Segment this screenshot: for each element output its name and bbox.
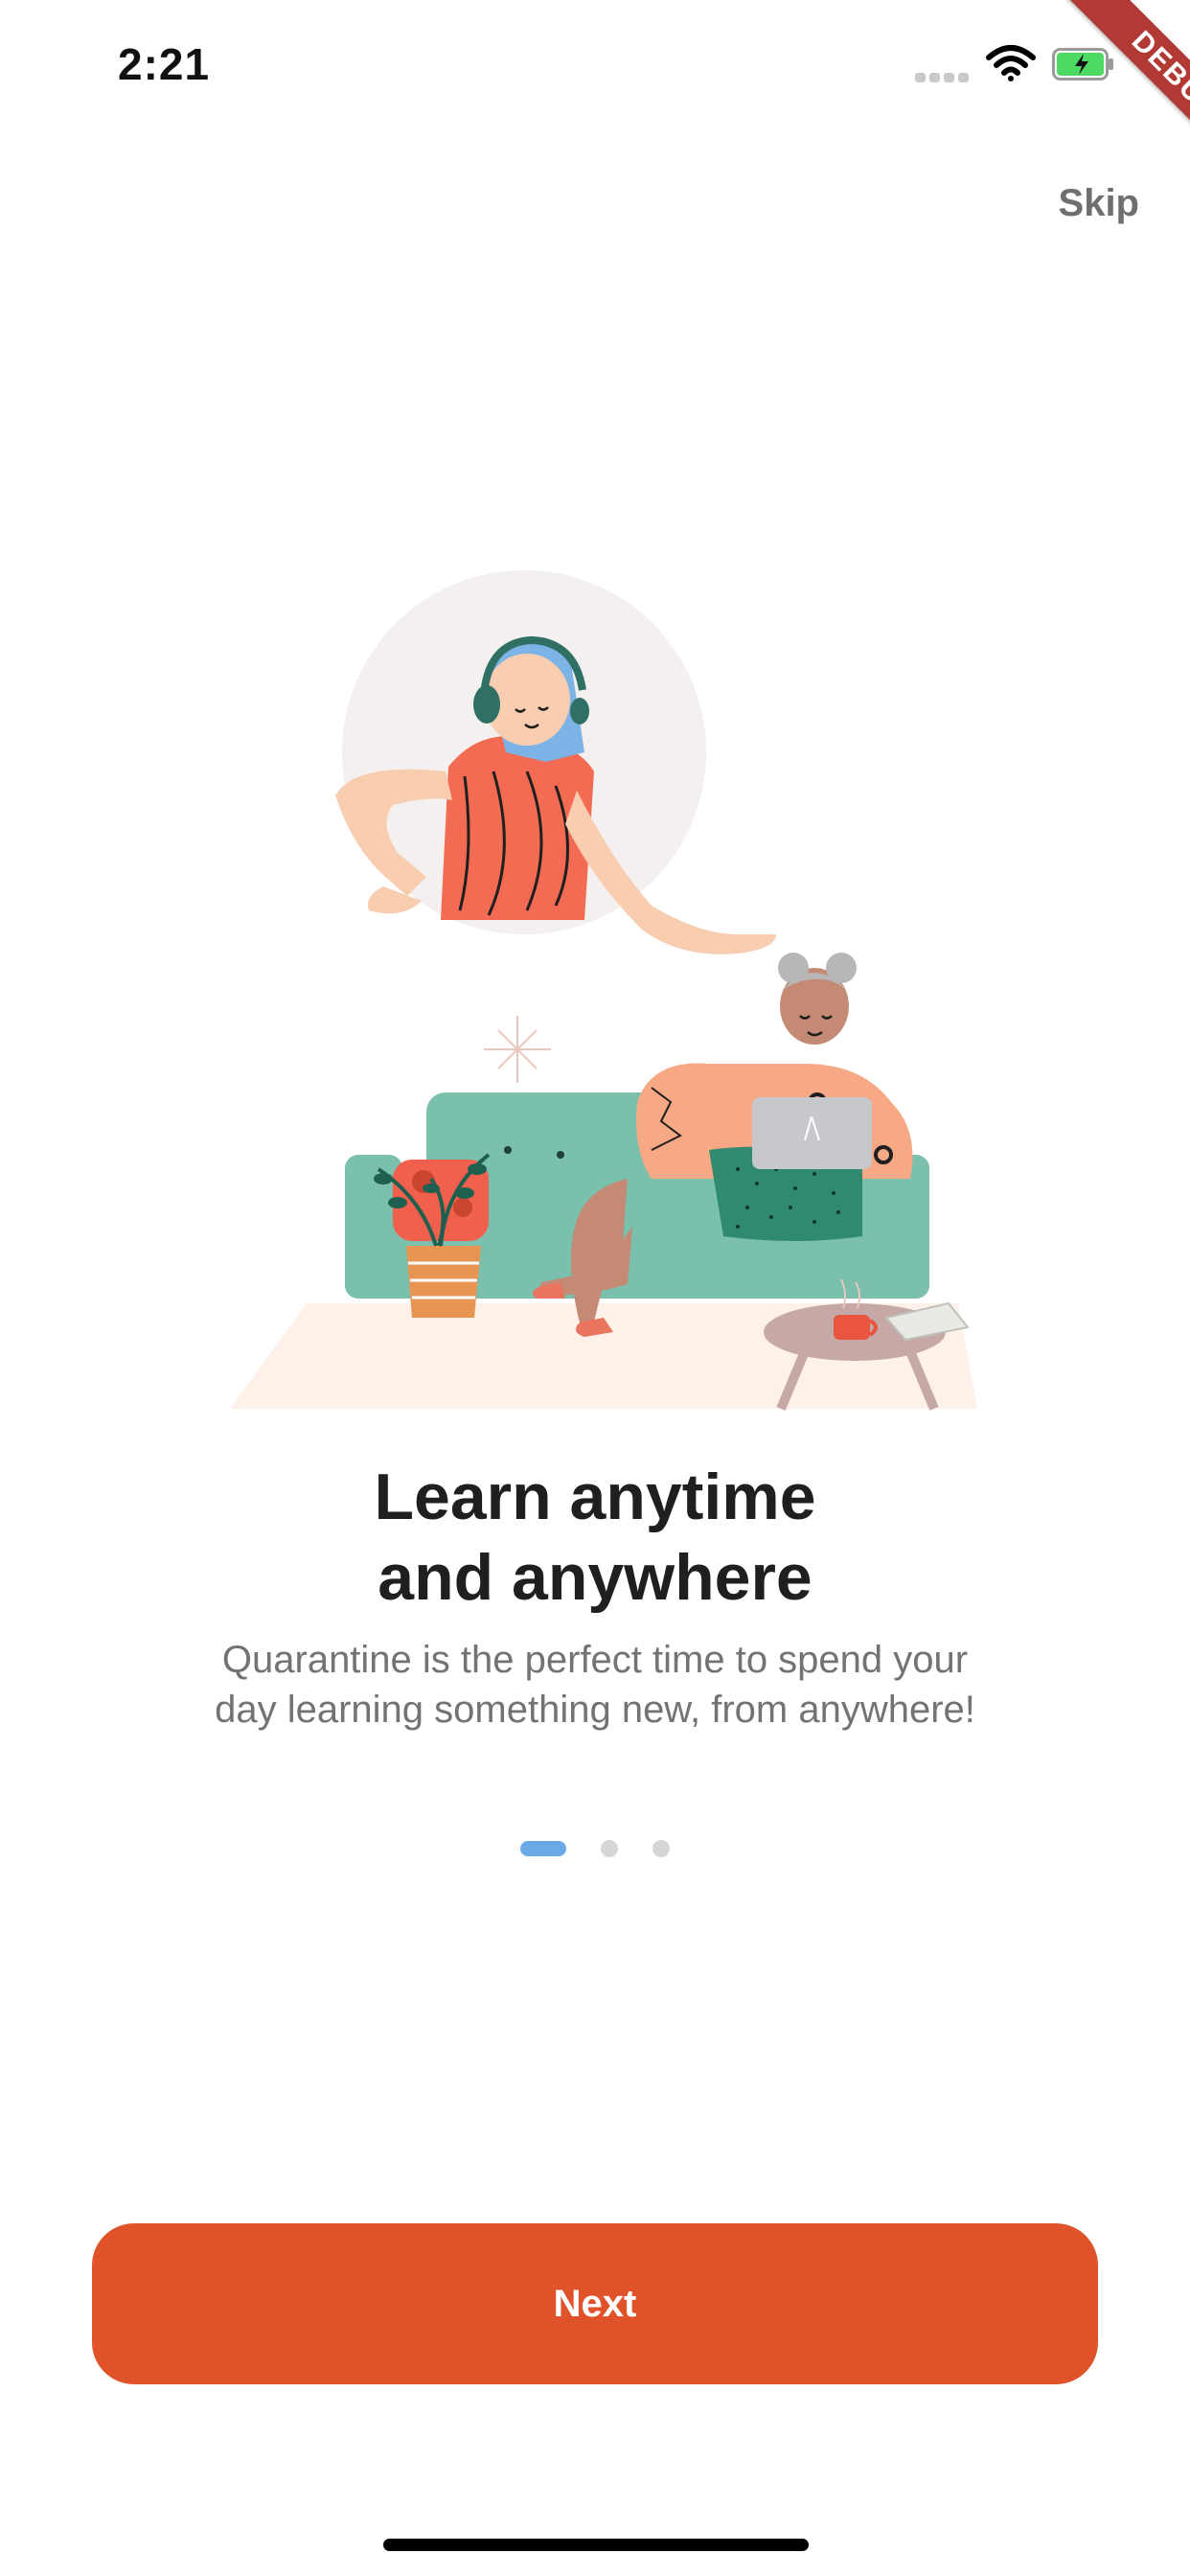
battery-charging-icon [1052, 48, 1113, 80]
subtitle-line-1: Quarantine is the perfect time to spend … [221, 1639, 969, 1681]
title-line-2: and anywhere [378, 1541, 812, 1614]
status-time: 2:21 [118, 39, 211, 89]
page-dot-3[interactable] [652, 1840, 670, 1857]
onboarding-subtitle: Quarantine is the perfect time to spend … [0, 1635, 1190, 1735]
page-dot-1[interactable] [520, 1841, 566, 1856]
skip-button[interactable]: Skip [1059, 182, 1139, 225]
home-indicator [383, 2539, 809, 2551]
onboarding-title: Learn anytime and anywhere [0, 1457, 1190, 1618]
debug-banner: DEBUG [1060, 0, 1190, 194]
wifi-icon [986, 45, 1036, 81]
page-indicator [520, 1840, 670, 1857]
page-dot-2[interactable] [601, 1840, 618, 1857]
signal-icon [915, 73, 969, 82]
person-on-couch-with-laptop-illustration [230, 570, 977, 1411]
next-button-label: Next [553, 2282, 637, 2325]
next-button[interactable]: Next [92, 2223, 1098, 2384]
subtitle-line-2: day learning something new, from anywher… [215, 1689, 975, 1731]
title-line-1: Learn anytime [374, 1460, 816, 1533]
